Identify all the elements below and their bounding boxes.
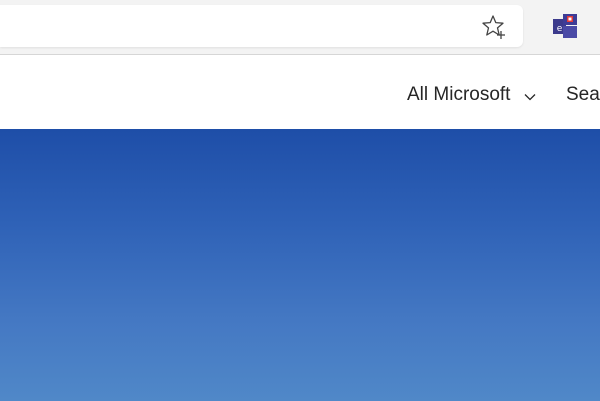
hero-banner bbox=[0, 129, 600, 401]
search-button[interactable]: Search bbox=[566, 84, 600, 106]
svg-text:e: e bbox=[557, 24, 563, 34]
all-microsoft-menu[interactable]: All Microsoft bbox=[407, 84, 510, 106]
browser-toolbar: e bbox=[0, 0, 600, 55]
app-extension-icon[interactable]: e bbox=[553, 14, 577, 38]
chevron-down-icon[interactable] bbox=[524, 93, 536, 101]
site-header: All Microsoft Search bbox=[0, 56, 600, 129]
star-add-icon[interactable] bbox=[481, 14, 507, 40]
address-bar[interactable] bbox=[0, 5, 523, 47]
